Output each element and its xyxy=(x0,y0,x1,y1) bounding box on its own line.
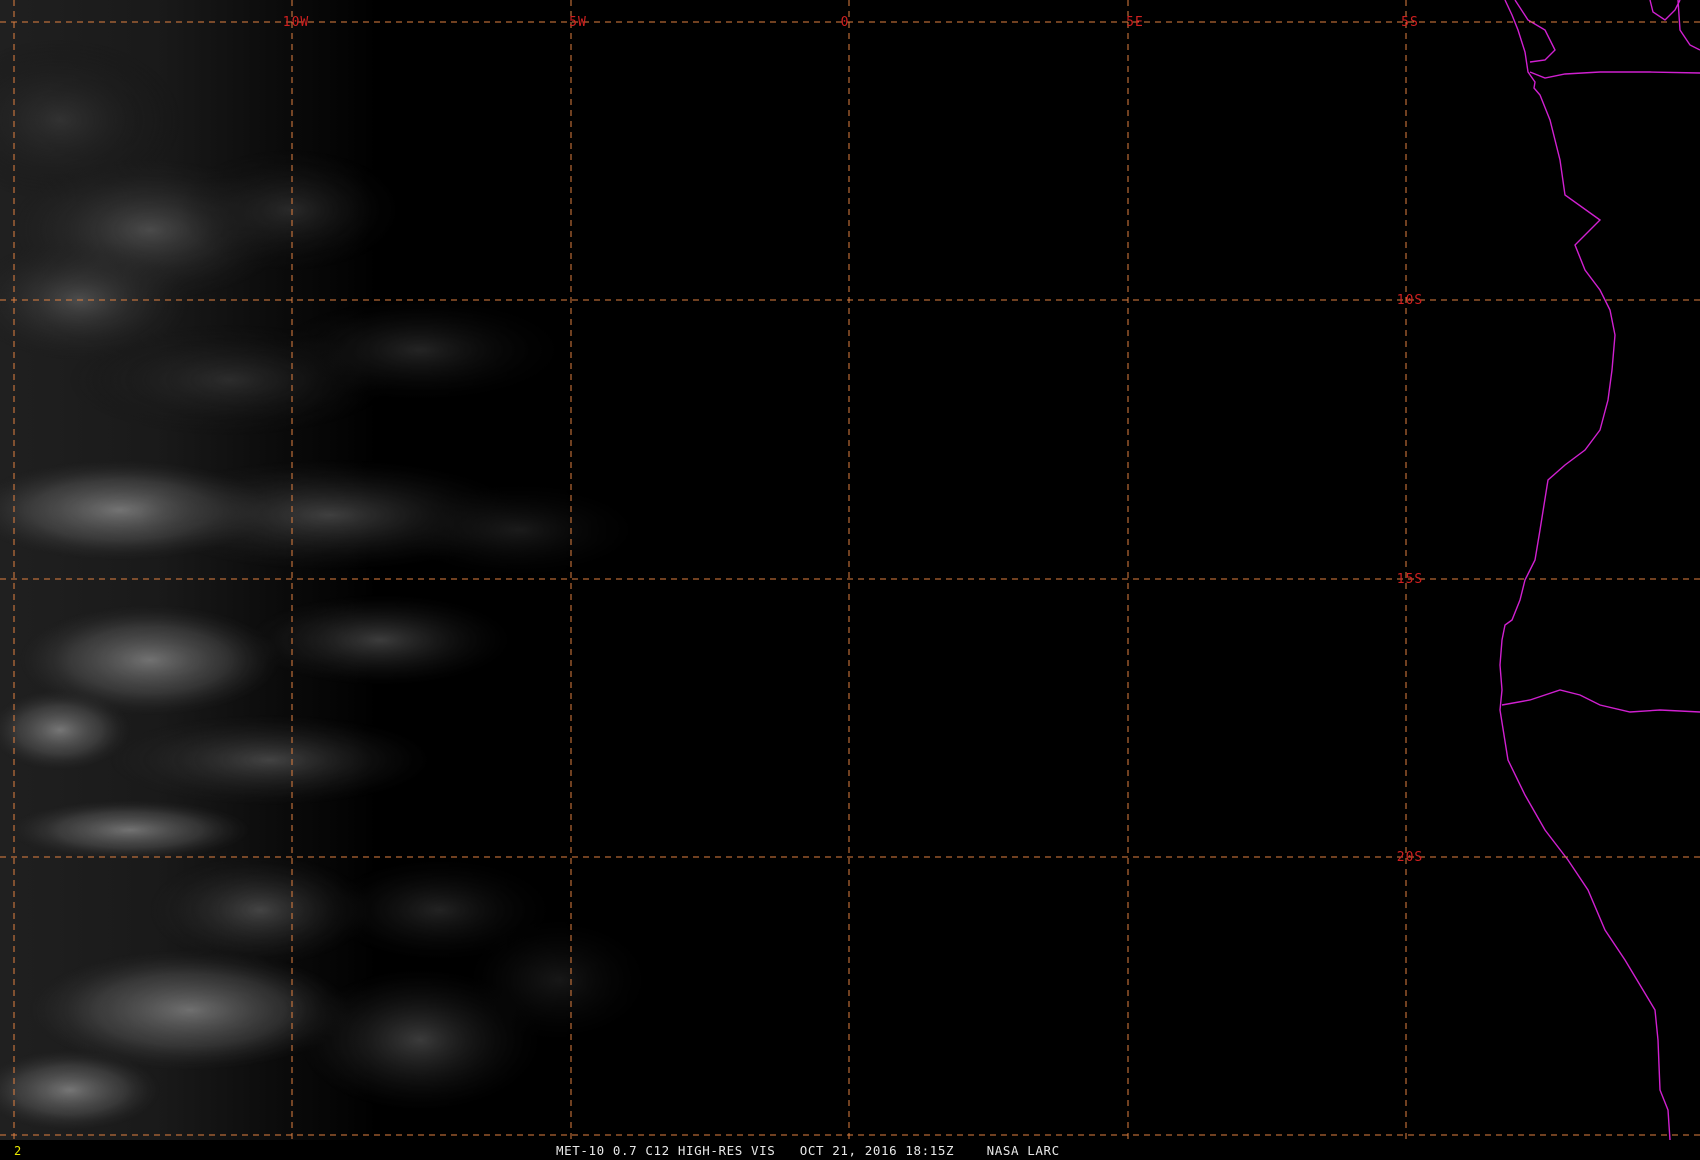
longitude-label: 5E xyxy=(1126,15,1144,30)
latitude-label: 15S xyxy=(1397,572,1423,587)
latitude-label: 10S xyxy=(1397,293,1423,308)
latitude-label: 5S xyxy=(1401,15,1419,30)
latitude-label: 20S xyxy=(1397,850,1423,865)
satellite-image-viewer: 10W 5W 0 5E 5S 10S 15S 20S 2 MET-10 0.7 C12 HIG… xyxy=(0,0,1700,1160)
frame-number: 2 xyxy=(14,1144,22,1158)
image-caption: MET-10 0.7 C12 HIGH-RES VIS OCT 21, 2016… xyxy=(556,1143,1060,1158)
satellite-map: 10W 5W 0 5E 5S 10S 15S 20S xyxy=(0,0,1700,1140)
longitude-label: 10W xyxy=(283,15,309,30)
longitude-label: 5W xyxy=(569,15,587,30)
longitude-label: 0 xyxy=(841,15,850,30)
